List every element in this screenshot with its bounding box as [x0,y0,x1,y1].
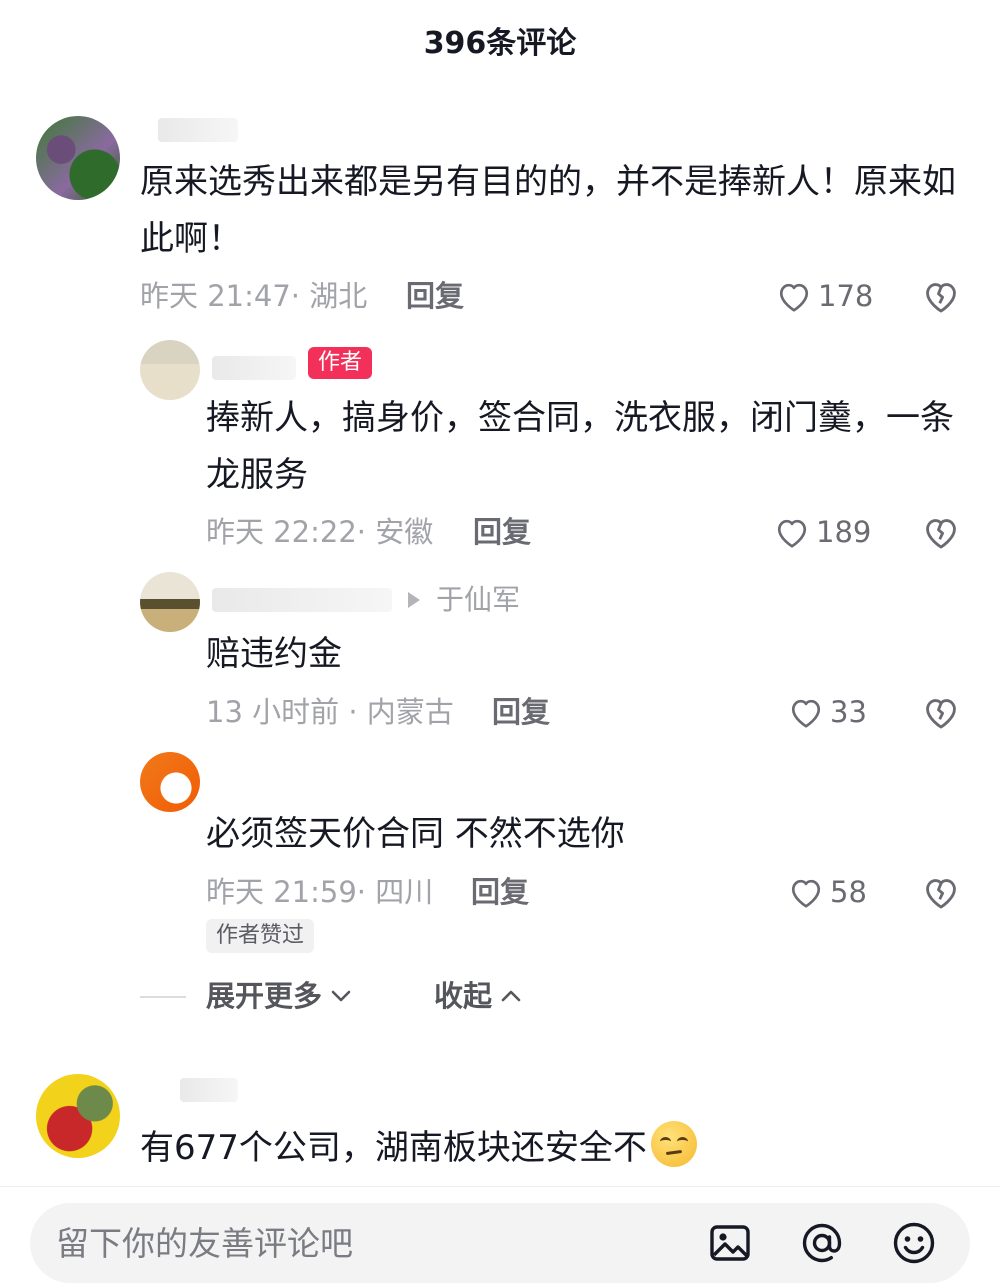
comment-text: 捧新人，搞身价，签合同，洗衣服，闭门羹，一条龙服务 [206,398,954,495]
comment-meta: 昨天 21:47· 湖北 [140,279,368,313]
like-button[interactable]: 58 [788,872,867,912]
avatar[interactable] [140,572,200,632]
like-count: 178 [818,279,874,313]
comments-page: 396条评论 原来选秀出来都是另有目的的，并不是捧新人！原来如此啊！ 昨天 21… [0,0,1000,1284]
reply-arrow-icon [408,592,420,608]
comment-text: 必须签天价合同 不然不选你 [206,814,625,854]
broken-heart-icon [926,283,956,313]
comment-meta: 昨天 21:59· 四川 [206,875,434,909]
username-blurred[interactable] [158,118,238,142]
expand-more-button[interactable]: 展开更多 [206,976,352,1016]
avatar[interactable] [36,1074,120,1158]
comment-text: 赔违约金 [206,634,342,674]
reply-button[interactable]: 回复 [471,872,529,912]
heart-icon [791,879,821,908]
username-blurred[interactable] [212,356,296,380]
expand-more-label: 展开更多 [206,979,323,1013]
author-badge: 作者 [308,347,373,379]
comment-meta: 昨天 22:22· 安徽 [206,515,434,549]
reply-button[interactable]: 回复 [406,276,464,316]
avatar[interactable] [36,116,120,200]
heart-icon [777,519,807,548]
collapse-button[interactable]: 收起 [434,976,522,1016]
comment-input-container[interactable] [30,1203,970,1283]
chevron-down-icon [331,990,351,1002]
like-button[interactable]: 178 [776,276,873,316]
avatar[interactable] [140,752,200,812]
emoji-icon[interactable] [890,1219,938,1267]
reply-button[interactable]: 回复 [492,692,550,732]
reply-button[interactable]: 回复 [473,512,531,552]
comment-text: 原来选秀出来都是另有目的的，并不是捧新人！原来如此啊！ [140,162,956,259]
username-blurred[interactable] [212,588,392,612]
broken-heart-icon [926,519,956,549]
author-liked-tag: 作者赞过 [206,919,315,953]
like-count: 33 [830,695,867,729]
avatar[interactable] [140,340,200,400]
dislike-button[interactable] [922,694,960,730]
image-icon[interactable] [706,1219,754,1267]
dislike-button[interactable] [922,278,960,314]
like-button[interactable]: 189 [774,512,871,552]
thread-divider [140,996,186,998]
like-button[interactable]: 33 [788,692,867,732]
comment-input-bar [0,1186,1000,1284]
like-count: 189 [816,515,872,549]
comment-input[interactable] [56,1203,676,1283]
smirk-emoji-icon [650,1121,697,1167]
comments-header: 396条评论 [0,0,1000,80]
comment-count-title: 396条评论 [423,26,577,61]
chevron-up-icon [501,990,521,1002]
comment-text: 有677个公司，湖南板块还安全不 [140,1120,960,1177]
heart-icon [791,699,821,728]
heart-icon [779,283,809,312]
at-icon[interactable] [798,1219,846,1267]
reply-to-name[interactable]: 于仙军 [436,584,520,616]
dislike-button[interactable] [922,514,960,550]
username-blurred[interactable] [180,1078,238,1102]
like-count: 58 [830,875,867,909]
comment-text-content: 有677个公司，湖南板块还安全不 [140,1128,647,1168]
broken-heart-icon [926,699,956,729]
comment-meta: 13 小时前 · 内蒙古 [206,695,454,729]
collapse-label: 收起 [434,979,493,1013]
dislike-button[interactable] [922,874,960,910]
broken-heart-icon [926,879,956,909]
